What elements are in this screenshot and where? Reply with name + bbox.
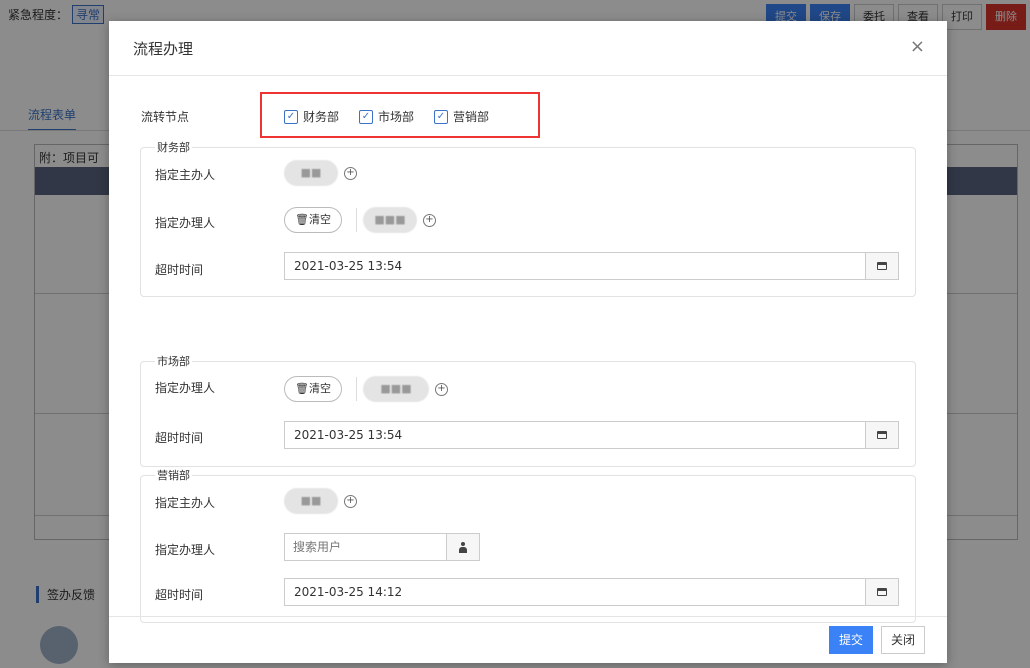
user-picker-button[interactable] bbox=[446, 534, 479, 560]
checkbox-sales-label: 营销部 bbox=[453, 110, 490, 124]
node-checkbox-group: ✓ 财务部 ✓ 市场部 ✓ 营销部 bbox=[260, 92, 540, 138]
checkbox-finance[interactable]: ✓ 财务部 bbox=[284, 108, 339, 125]
user-search-input[interactable] bbox=[285, 534, 446, 560]
checkbox-checked-icon[interactable]: ✓ bbox=[359, 109, 373, 124]
group-sales-legend: 营销部 bbox=[155, 467, 192, 483]
checkbox-finance-label: 财务部 bbox=[303, 110, 340, 124]
group-finance: 财务部 指定主办人 ■■ + 指定办理人 🗑清空 ■■■ + 超时时间 2021… bbox=[140, 139, 916, 297]
timeout-date-field[interactable]: 2021-03-25 13:54 bbox=[284, 421, 899, 449]
main-handler-label: 指定主办人 bbox=[155, 168, 216, 182]
group-market: 市场部 指定办理人 🗑清空 ■■■ + 超时时间 2021-03-25 13:5… bbox=[140, 353, 916, 467]
calendar-icon bbox=[877, 431, 887, 439]
plus-circle-icon[interactable]: + bbox=[344, 167, 357, 180]
node-label: 流转节点 bbox=[141, 110, 190, 124]
divider bbox=[356, 377, 357, 401]
calendar-icon bbox=[877, 588, 887, 596]
timeout-date-value[interactable]: 2021-03-25 13:54 bbox=[285, 422, 865, 448]
clear-button[interactable]: 🗑清空 bbox=[284, 376, 342, 402]
handler-label: 指定办理人 bbox=[155, 543, 216, 557]
group-finance-legend: 财务部 bbox=[155, 139, 192, 155]
timeout-label: 超时时间 bbox=[155, 588, 204, 602]
checkbox-checked-icon[interactable]: ✓ bbox=[434, 109, 448, 124]
timeout-date-field[interactable]: 2021-03-25 14:12 bbox=[284, 578, 899, 606]
group-market-legend: 市场部 bbox=[155, 353, 192, 369]
plus-circle-icon[interactable]: + bbox=[435, 383, 448, 396]
plus-circle-icon[interactable]: + bbox=[344, 495, 357, 508]
close-button[interactable]: 关闭 bbox=[880, 626, 925, 654]
calendar-icon bbox=[877, 262, 887, 270]
timeout-date-value[interactable]: 2021-03-25 13:54 bbox=[285, 253, 865, 279]
clear-label: 清空 bbox=[308, 213, 331, 226]
user-search-field[interactable] bbox=[284, 533, 480, 561]
dialog-body: 流转节点 ✓ 财务部 ✓ 市场部 ✓ 营销部 财务部 指定主办人 ■■ + 指定… bbox=[109, 76, 947, 623]
close-icon[interactable]: × bbox=[910, 37, 925, 57]
dialog-footer: 提交 关闭 bbox=[109, 616, 947, 663]
main-handler-label: 指定主办人 bbox=[155, 496, 216, 510]
handler-chip[interactable]: ■■■ bbox=[363, 376, 429, 402]
calendar-button[interactable] bbox=[865, 253, 898, 279]
checkbox-market-label: 市场部 bbox=[378, 110, 415, 124]
user-icon bbox=[458, 541, 468, 553]
plus-circle-icon[interactable]: + bbox=[423, 214, 436, 227]
trash-icon: 🗑 bbox=[295, 382, 309, 395]
checkbox-checked-icon[interactable]: ✓ bbox=[284, 109, 298, 124]
dialog-title: 流程办理 bbox=[133, 40, 194, 58]
handler-chip[interactable]: ■■■ bbox=[363, 207, 417, 233]
dialog-header: 流程办理 × bbox=[109, 21, 947, 76]
calendar-button[interactable] bbox=[865, 579, 898, 605]
process-dialog: 流程办理 × 流转节点 ✓ 财务部 ✓ 市场部 ✓ 营销部 财务部 指定主办人 … bbox=[109, 21, 947, 663]
main-handler-chip[interactable]: ■■ bbox=[284, 160, 338, 186]
trash-icon: 🗑 bbox=[295, 213, 309, 226]
divider bbox=[356, 208, 357, 232]
timeout-label: 超时时间 bbox=[155, 263, 204, 277]
checkbox-sales[interactable]: ✓ 营销部 bbox=[434, 108, 489, 125]
handler-label: 指定办理人 bbox=[155, 381, 216, 395]
handler-label: 指定办理人 bbox=[155, 216, 216, 230]
timeout-date-value[interactable]: 2021-03-25 14:12 bbox=[285, 579, 865, 605]
submit-button[interactable]: 提交 bbox=[828, 626, 873, 654]
timeout-label: 超时时间 bbox=[155, 431, 204, 445]
clear-label: 清空 bbox=[308, 382, 331, 395]
calendar-button[interactable] bbox=[865, 422, 898, 448]
timeout-date-field[interactable]: 2021-03-25 13:54 bbox=[284, 252, 899, 280]
main-handler-chip[interactable]: ■■ bbox=[284, 488, 338, 514]
checkbox-market[interactable]: ✓ 市场部 bbox=[359, 108, 414, 125]
clear-button[interactable]: 🗑清空 bbox=[284, 207, 342, 233]
group-sales: 营销部 指定主办人 ■■ + 指定办理人 超时时间 2021-03-25 14:… bbox=[140, 467, 916, 623]
